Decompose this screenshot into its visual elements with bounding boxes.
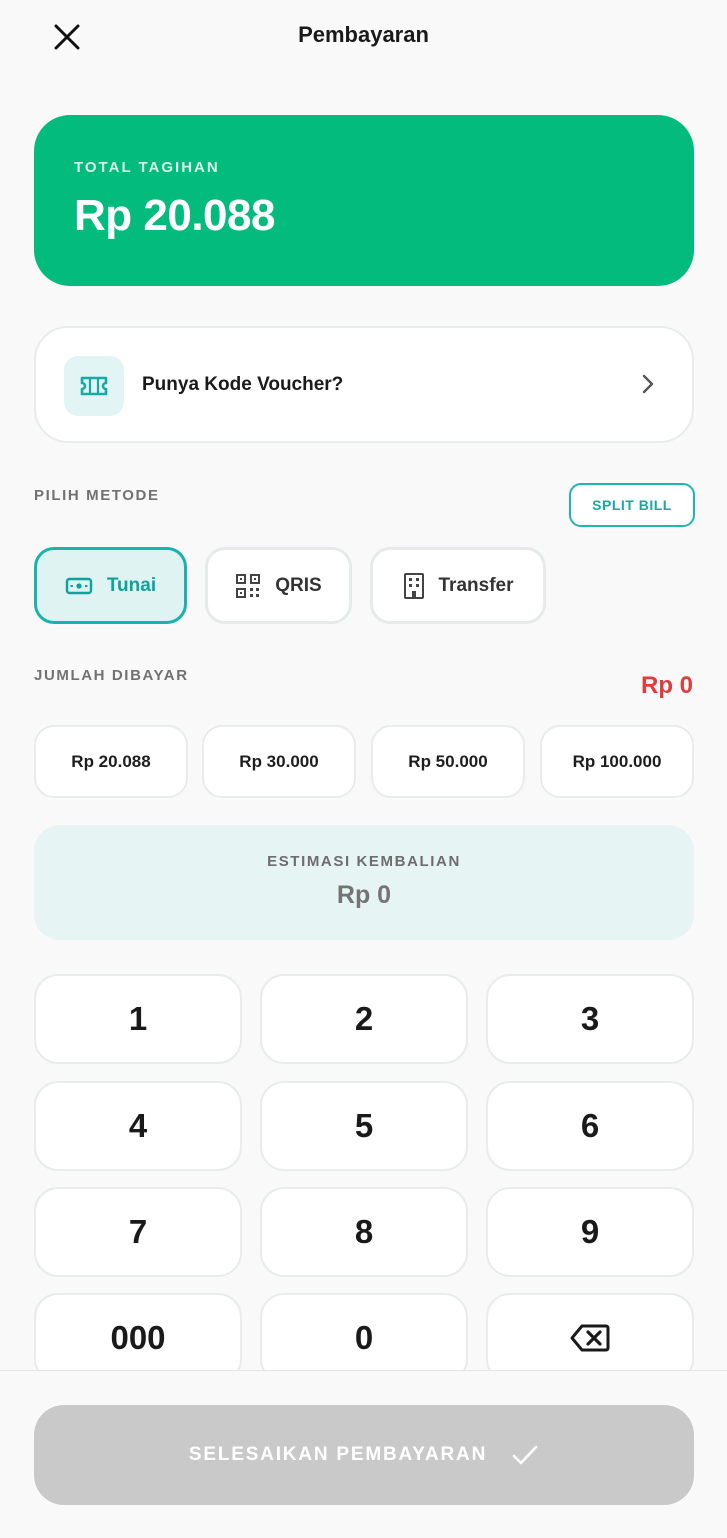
change-estimate-card: ESTIMASI KEMBALIAN Rp 0	[34, 825, 694, 940]
paid-amount-value: Rp 0	[640, 672, 693, 699]
keypad-key-6[interactable]: 6	[486, 1081, 694, 1171]
keypad-key-7[interactable]: 7	[34, 1187, 242, 1277]
method-tunai-label: Tunai	[106, 574, 157, 596]
total-bill-value: Rp 20.088	[74, 191, 275, 240]
method-transfer-button[interactable]: Transfer	[370, 547, 546, 624]
keypad-key-9[interactable]: 9	[486, 1187, 694, 1277]
quick-amount-button[interactable]: Rp 100.000	[540, 725, 694, 798]
payment-screen: Pembayaran TOTAL TAGIHAN Rp 20.088 Punya…	[0, 0, 727, 1538]
method-transfer-label: Transfer	[438, 574, 514, 596]
ticket-icon	[64, 356, 124, 416]
total-bill-label: TOTAL TAGIHAN	[74, 159, 220, 176]
quick-amount-button[interactable]: Rp 50.000	[371, 725, 525, 798]
checkmark-icon	[512, 1445, 538, 1465]
quick-amount-button[interactable]: Rp 30.000	[202, 725, 356, 798]
keypad-key-5[interactable]: 5	[260, 1081, 468, 1171]
cash-icon	[65, 577, 93, 594]
keypad-key-1[interactable]: 1	[34, 974, 242, 1064]
method-section-label: PILIH METODE	[34, 487, 160, 504]
backspace-icon	[570, 1324, 610, 1352]
qr-code-icon	[236, 573, 261, 598]
keypad-key-3[interactable]: 3	[486, 974, 694, 1064]
split-bill-button[interactable]: SPLIT BILL	[569, 483, 695, 527]
quick-amount-button[interactable]: Rp 20.088	[34, 725, 188, 798]
change-estimate-value: Rp 0	[336, 881, 392, 909]
finish-payment-button[interactable]: SELESAIKAN PEMBAYARAN	[34, 1405, 694, 1505]
finish-payment-label: SELESAIKAN PEMBAYARAN	[188, 1444, 488, 1465]
voucher-label: Punya Kode Voucher?	[142, 374, 344, 395]
header: Pembayaran	[0, 0, 727, 72]
keypad-key-4[interactable]: 4	[34, 1081, 242, 1171]
total-bill-card: TOTAL TAGIHAN Rp 20.088	[34, 115, 694, 286]
keypad-key-2[interactable]: 2	[260, 974, 468, 1064]
bank-building-icon	[403, 572, 424, 599]
change-estimate-label: ESTIMASI KEMBALIAN	[267, 853, 461, 870]
page-title: Pembayaran	[298, 22, 429, 47]
paid-section-label: JUMLAH DIBAYAR	[34, 667, 189, 684]
method-tunai-button[interactable]: Tunai	[34, 547, 187, 624]
method-qris-label: QRIS	[275, 574, 322, 596]
footer: SELESAIKAN PEMBAYARAN	[0, 1370, 727, 1538]
voucher-row[interactable]: Punya Kode Voucher?	[34, 326, 694, 443]
method-qris-button[interactable]: QRIS	[205, 547, 352, 624]
keypad-key-8[interactable]: 8	[260, 1187, 468, 1277]
chevron-right-icon	[642, 374, 654, 394]
